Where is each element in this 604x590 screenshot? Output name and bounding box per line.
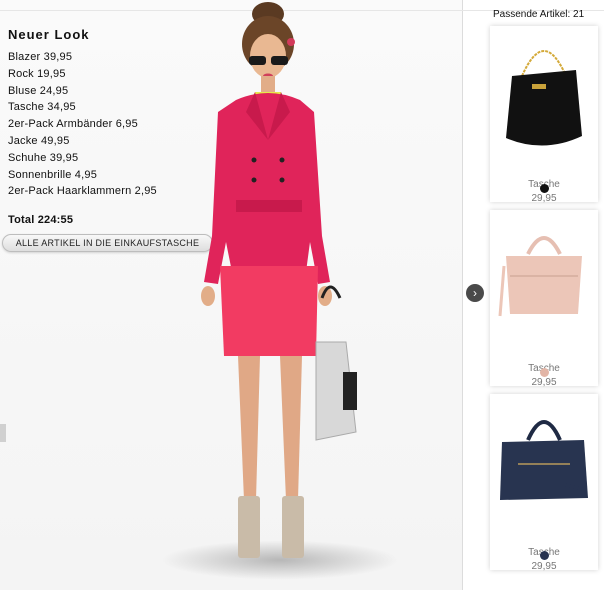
navy-handbag-image	[500, 420, 588, 500]
color-swatch[interactable]	[540, 551, 549, 560]
look-item[interactable]: 2er-Pack Haarklammern 2,95	[8, 183, 157, 200]
product-price: 29,95	[531, 193, 557, 204]
look-item[interactable]: Jacke 49,95	[8, 133, 157, 150]
look-item[interactable]: Blazer 39,95	[8, 49, 157, 66]
product-price: 29,95	[531, 377, 557, 388]
look-item[interactable]: Sonnenbrille 4,95	[8, 167, 157, 184]
look-total: Total 224:55	[8, 214, 74, 226]
scroll-marker	[0, 424, 6, 442]
product-card[interactable]: Tasche 29,95	[490, 210, 598, 388]
look-item[interactable]: Rock 19,95	[8, 66, 157, 83]
look-title: Neuer Look	[8, 27, 90, 42]
model-image	[201, 2, 357, 558]
matching-items-count: Passende Artikel: 21	[493, 9, 585, 20]
look-item[interactable]: Tasche 34,95	[8, 99, 157, 116]
product-price: 29,95	[531, 561, 557, 572]
black-handbag-image	[506, 50, 582, 146]
look-item[interactable]: Schuhe 39,95	[8, 150, 157, 167]
chevron-right-icon[interactable]: ›	[466, 284, 484, 302]
look-item-list: Blazer 39,95 Rock 19,95 Bluse 24,95 Tasc…	[8, 49, 157, 200]
look-item[interactable]: Bluse 24,95	[8, 83, 157, 100]
look-item[interactable]: 2er-Pack Armbänder 6,95	[8, 116, 157, 133]
color-swatch[interactable]	[540, 368, 549, 377]
color-swatch[interactable]	[540, 184, 549, 193]
product-card[interactable]: Tasche 29,95	[490, 26, 598, 204]
pink-handbag-image	[498, 236, 582, 317]
product-card[interactable]: Tasche 29,95	[490, 394, 598, 572]
